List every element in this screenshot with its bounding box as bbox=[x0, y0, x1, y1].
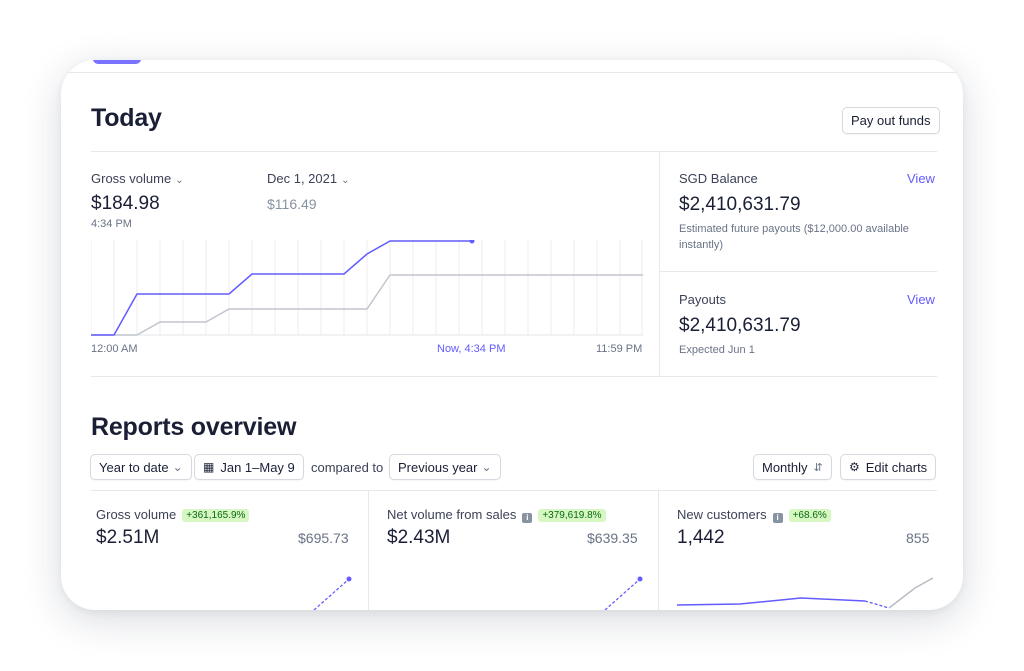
date-range-label: Year to date bbox=[99, 459, 169, 475]
today-title: Today bbox=[91, 104, 162, 132]
divider bbox=[91, 376, 937, 377]
gross-volume-value: $184.98 bbox=[91, 193, 160, 214]
payouts-value: $2,410,631.79 bbox=[679, 315, 801, 336]
report-card-sparkline bbox=[604, 576, 643, 610]
compare-date-label: Dec 1, 2021 bbox=[267, 171, 338, 186]
payouts-note: Expected Jun 1 bbox=[679, 344, 755, 356]
report-card-label: Gross volume bbox=[96, 507, 177, 522]
report-card-prev-value: $639.35 bbox=[587, 530, 638, 546]
balance-view-link[interactable]: View bbox=[907, 171, 935, 186]
report-card-prev-value: 855 bbox=[906, 530, 930, 546]
compare-period-dropdown[interactable]: Previous year ⌄ bbox=[389, 454, 501, 480]
report-card-sparkline bbox=[313, 576, 352, 610]
axis-start-label: 12:00 AM bbox=[91, 343, 138, 355]
report-card-label: New customers bbox=[677, 507, 767, 522]
edit-charts-label: Edit charts bbox=[865, 459, 928, 475]
interval-dropdown[interactable]: Monthly ⇵ bbox=[753, 454, 832, 480]
divider bbox=[91, 151, 937, 152]
report-card-sparkline bbox=[677, 577, 934, 609]
date-range-dropdown[interactable]: Year to date ⌄ bbox=[90, 454, 192, 480]
report-card-header: Gross volume +361,165.9% bbox=[96, 507, 356, 522]
report-card-net-volume[interactable]: Net volume from sales i +379,619.8% bbox=[387, 507, 647, 523]
info-icon: i bbox=[772, 513, 783, 523]
today-line bbox=[91, 240, 472, 336]
gear-icon: ⚙ bbox=[849, 460, 860, 474]
calendar-icon: ▦ bbox=[203, 460, 215, 474]
report-card-header: Net volume from sales i +379,619.8% bbox=[387, 507, 647, 523]
balance-title: SGD Balance bbox=[679, 171, 758, 186]
report-card-value: $2.51M bbox=[96, 527, 160, 548]
axis-end-label: 11:59 PM bbox=[596, 343, 643, 355]
payouts-view-link[interactable]: View bbox=[907, 292, 935, 307]
divider bbox=[659, 271, 937, 272]
payouts-title: Payouts bbox=[679, 292, 726, 307]
balance-value: $2,410,631.79 bbox=[679, 194, 801, 215]
today-chart bbox=[91, 240, 643, 336]
report-card-value: 1,442 bbox=[677, 527, 725, 548]
gross-volume-time: 4:34 PM bbox=[91, 218, 132, 230]
date-picker-button[interactable]: ▦ Jan 1–May 9 bbox=[194, 454, 304, 480]
report-card-new-customers[interactable]: New customers i +68.6% bbox=[677, 507, 937, 523]
divider-vertical bbox=[658, 490, 659, 610]
pay-out-funds-button[interactable]: Pay out funds bbox=[842, 107, 940, 134]
report-card-label: Net volume from sales bbox=[387, 507, 517, 522]
change-badge: +379,619.8% bbox=[538, 509, 606, 522]
chevron-down-icon: ⌄ bbox=[341, 175, 350, 186]
top-nav-strip bbox=[61, 60, 963, 73]
info-icon: i bbox=[522, 513, 533, 523]
chevron-up-down-icon: ⇵ bbox=[813, 461, 823, 474]
report-card-gross-volume[interactable]: Gross volume +361,165.9% bbox=[96, 507, 356, 522]
compared-to-label: compared to bbox=[311, 460, 384, 475]
dashboard-card: Today Pay out funds Gross volume ⌄ $184.9… bbox=[61, 60, 963, 610]
balance-note: Estimated future payouts ($12,000.00 ava… bbox=[679, 223, 909, 251]
now-point bbox=[469, 240, 475, 244]
axis-now-label: Now, 4:34 PM bbox=[437, 343, 506, 355]
gross-volume-label: Gross volume bbox=[91, 171, 172, 186]
chevron-down-icon: ⌄ bbox=[481, 460, 492, 474]
chevron-down-icon: ⌄ bbox=[175, 175, 184, 186]
date-picker-label: Jan 1–May 9 bbox=[220, 459, 295, 475]
compare-period-label: Previous year bbox=[398, 459, 478, 475]
report-card-value: $2.43M bbox=[387, 527, 451, 548]
interval-label: Monthly bbox=[762, 459, 808, 475]
report-card-header: New customers i +68.6% bbox=[677, 507, 937, 523]
chevron-down-icon: ⌄ bbox=[172, 460, 183, 474]
active-nav-indicator bbox=[93, 60, 141, 64]
gross-volume-selector[interactable]: Gross volume ⌄ bbox=[91, 171, 184, 186]
edit-charts-button[interactable]: ⚙ Edit charts bbox=[840, 454, 937, 480]
compare-value: $116.49 bbox=[267, 196, 317, 212]
report-card-prev-value: $695.73 bbox=[298, 530, 349, 546]
change-badge: +361,165.9% bbox=[182, 509, 250, 522]
reports-title: Reports overview bbox=[91, 413, 297, 441]
change-badge: +68.6% bbox=[788, 509, 831, 522]
divider-vertical bbox=[368, 490, 369, 610]
compare-date-selector[interactable]: Dec 1, 2021 ⌄ bbox=[267, 171, 350, 186]
divider-vertical bbox=[659, 151, 660, 376]
divider bbox=[91, 490, 937, 491]
